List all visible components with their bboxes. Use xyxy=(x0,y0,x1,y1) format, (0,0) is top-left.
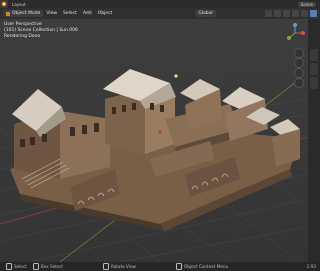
mouse-left-icon xyxy=(32,263,39,270)
top-bar: Layout Scene xyxy=(0,0,320,8)
status-rotate-view: Rotate View xyxy=(102,263,136,270)
menu-select[interactable]: Select xyxy=(60,11,80,16)
status-bar: Select Box Select Rotate View Object Con… xyxy=(0,262,320,271)
object-mode-dropdown[interactable]: Object Mode xyxy=(3,10,44,17)
menu-view[interactable]: View xyxy=(43,11,60,16)
version-label: 2.93 xyxy=(306,264,316,269)
tool-tab[interactable] xyxy=(310,63,318,75)
scene-render xyxy=(0,19,308,262)
scene-selector[interactable]: Scene xyxy=(297,1,316,7)
mouse-right-icon xyxy=(175,263,182,270)
view-tab[interactable] xyxy=(310,77,318,89)
menu-object[interactable]: Object xyxy=(95,11,116,16)
solid-shading-icon[interactable] xyxy=(292,10,299,17)
orientation-label: Global xyxy=(198,11,213,16)
item-tab[interactable] xyxy=(310,49,318,61)
menu-add[interactable]: Add xyxy=(80,11,95,16)
mouse-left-icon xyxy=(6,263,12,270)
wireframe-shading-icon[interactable] xyxy=(283,10,290,17)
material-shading-icon[interactable] xyxy=(301,10,308,17)
object-mode-icon xyxy=(6,11,10,16)
rendered-shading-icon[interactable] xyxy=(310,10,317,17)
mouse-middle-icon xyxy=(102,263,109,270)
render-status-label: Rendering Done xyxy=(4,34,41,39)
view-perspective-label: User Perspective xyxy=(4,22,42,27)
collection-label: (101) Scene Collection | Sun.006 xyxy=(4,28,78,33)
pan-hand-icon[interactable] xyxy=(294,58,304,68)
right-tab-strip xyxy=(308,19,320,262)
transform-orientation-dropdown[interactable]: Global xyxy=(195,10,216,17)
xray-toggle-icon[interactable] xyxy=(274,10,281,17)
navigation-gizmo[interactable] xyxy=(284,22,306,44)
camera-view-icon[interactable] xyxy=(294,68,304,78)
grid-toggle-icon[interactable] xyxy=(294,78,304,88)
status-context-menu: Object Context Menu xyxy=(175,263,228,270)
3d-viewport[interactable]: User Perspective (101) Scene Collection … xyxy=(0,19,308,262)
workspace-tab[interactable]: Layout xyxy=(10,2,28,7)
zoom-icon[interactable] xyxy=(294,48,304,58)
status-select: Select xyxy=(6,263,27,270)
viewport-shading-tools xyxy=(265,10,317,17)
overlay-toggle-icon[interactable] xyxy=(265,10,272,17)
blender-logo-icon[interactable] xyxy=(0,0,8,8)
object-mode-label: Object Mode xyxy=(12,11,41,16)
status-box-select: Box Select xyxy=(32,263,63,270)
